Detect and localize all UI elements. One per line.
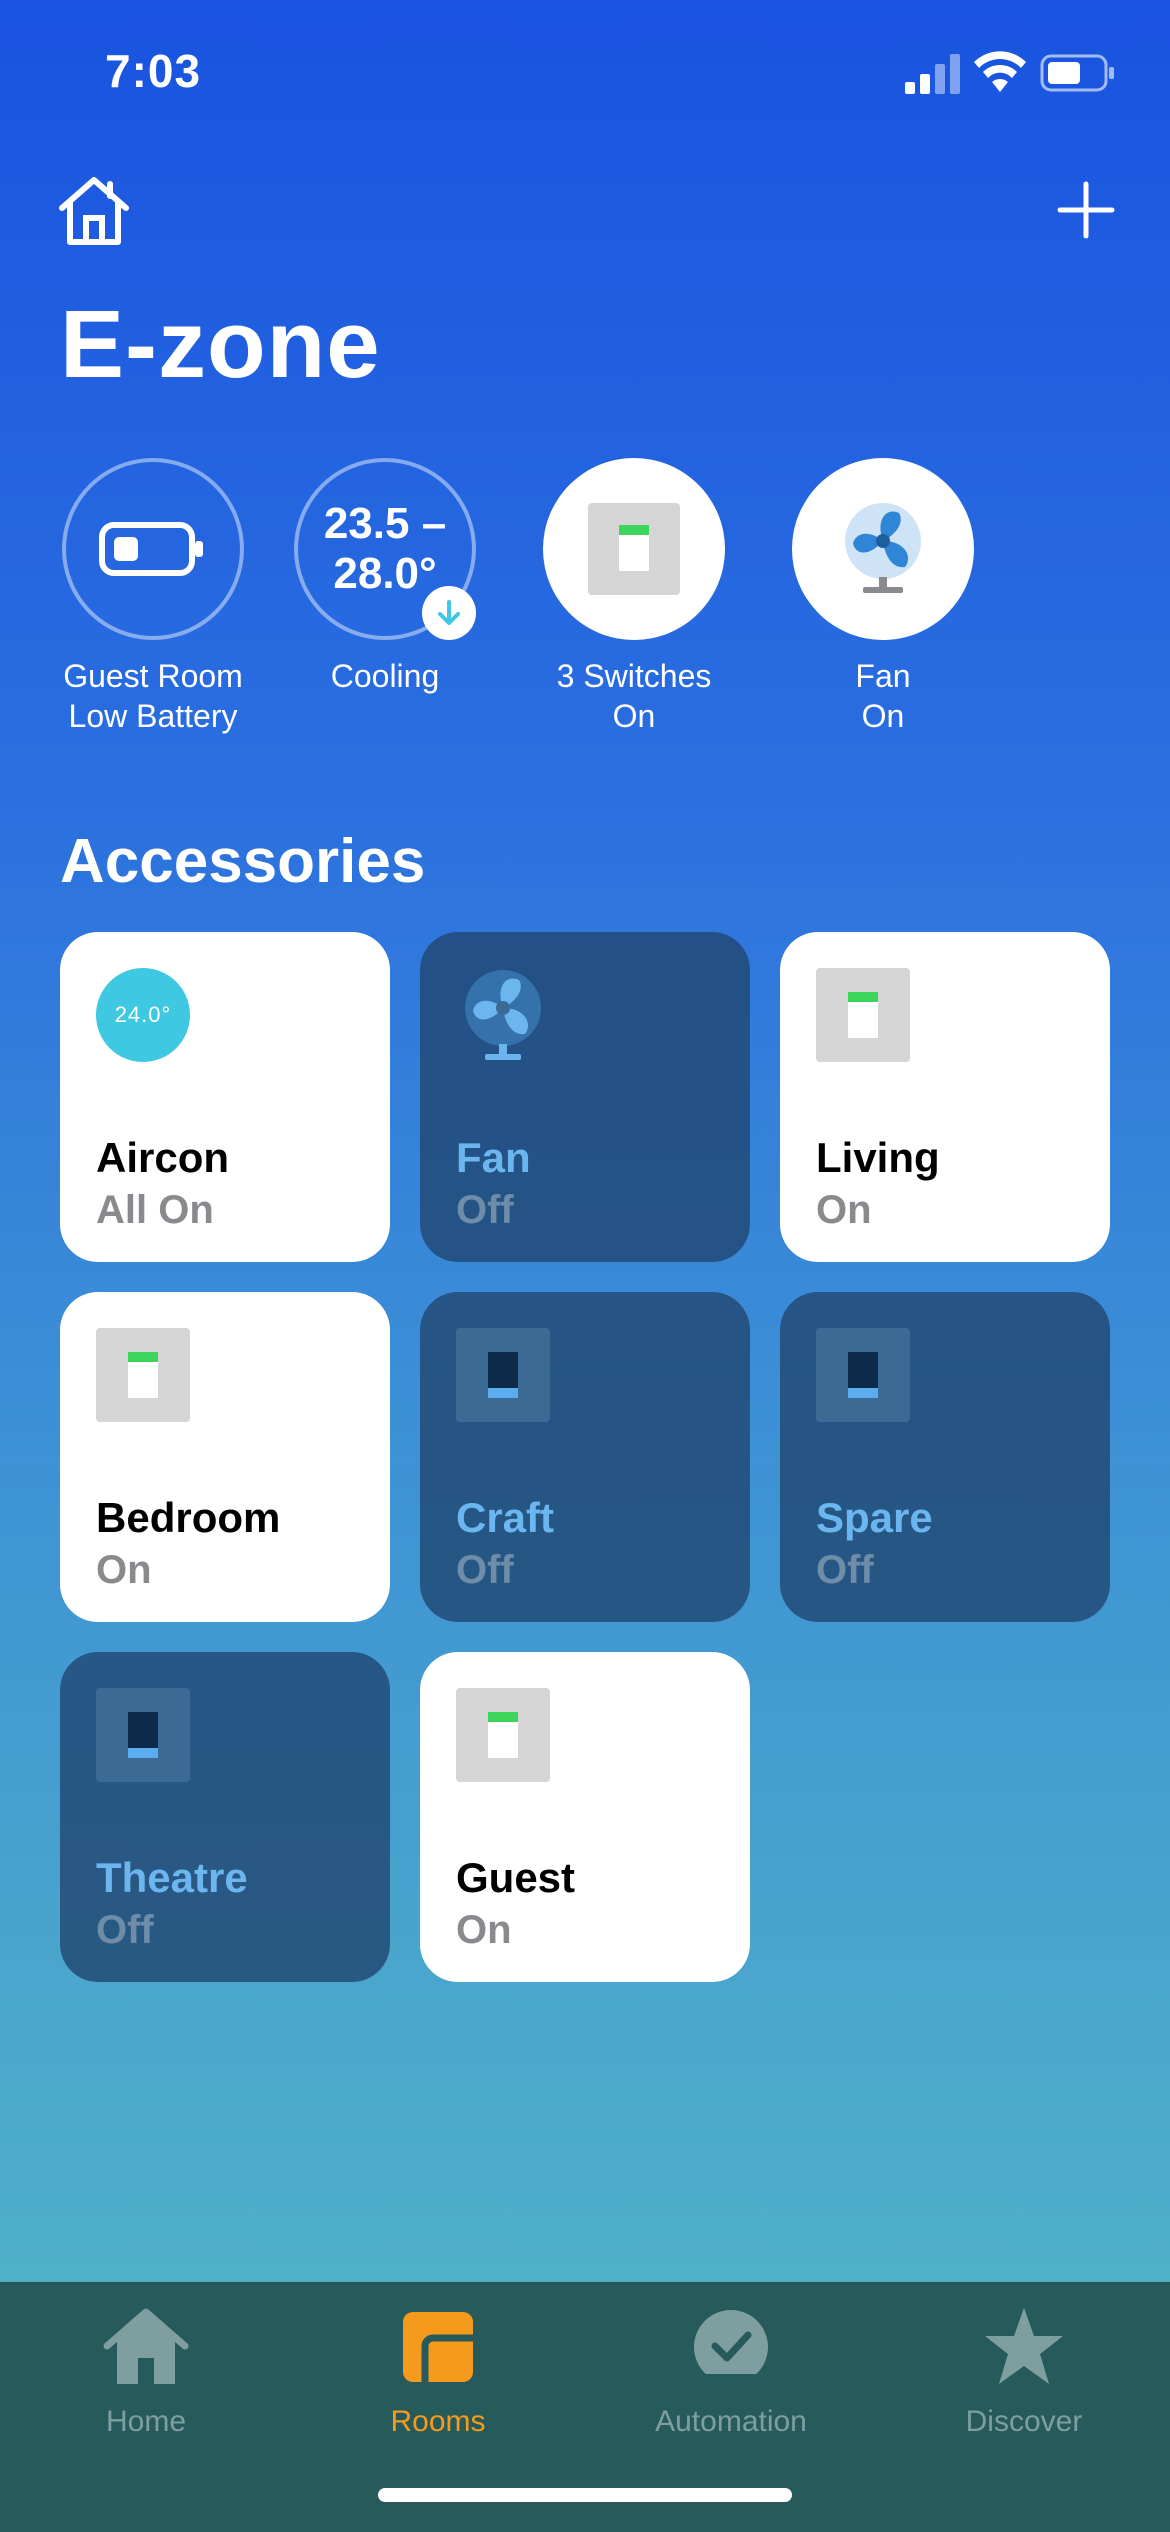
tile-status: On bbox=[96, 1548, 152, 1592]
status-circle: 23.5 – 28.0° bbox=[294, 458, 476, 640]
switch-icon bbox=[456, 1688, 550, 1782]
aircon-temp-icon: 24.0° bbox=[96, 968, 190, 1062]
status-label: Guest Room Low Battery bbox=[38, 656, 268, 736]
home-indicator[interactable] bbox=[378, 2488, 792, 2502]
wifi-icon bbox=[974, 51, 1026, 92]
tile-name: Guest bbox=[456, 1854, 576, 1901]
switch-icon bbox=[588, 503, 680, 595]
switch-icon bbox=[816, 1328, 910, 1422]
tile-name: Spare bbox=[816, 1494, 933, 1541]
tile-name: Bedroom bbox=[96, 1494, 281, 1541]
status-guest-room-battery[interactable]: Guest Room Low Battery bbox=[38, 458, 268, 736]
switch-icon bbox=[96, 1688, 190, 1782]
status-label-line2: On bbox=[612, 698, 656, 734]
fan-icon bbox=[465, 970, 541, 1060]
status-label-line1: 3 Switches bbox=[556, 658, 712, 694]
tile-bedroom[interactable]: Bedroom On bbox=[60, 1292, 390, 1622]
house-icon bbox=[103, 2308, 189, 2384]
temp-range-line2: 28.0° bbox=[333, 549, 437, 598]
clock-check-icon bbox=[694, 2310, 768, 2386]
tile-status: All On bbox=[96, 1188, 214, 1232]
switch-icon bbox=[816, 968, 910, 1062]
tab-home[interactable]: Home bbox=[16, 2302, 276, 2439]
tile-status: Off bbox=[96, 1908, 154, 1952]
tile-spare[interactable]: Spare Off bbox=[780, 1292, 1110, 1622]
status-label: Cooling bbox=[270, 656, 500, 696]
tab-label: Automation bbox=[655, 2405, 807, 2438]
add-icon[interactable] bbox=[1054, 178, 1118, 242]
section-title-accessories: Accessories bbox=[60, 827, 426, 896]
tile-status: On bbox=[456, 1908, 512, 1952]
status-circle bbox=[62, 458, 244, 640]
status-fan[interactable]: Fan On bbox=[768, 458, 998, 736]
tab-rooms[interactable]: Rooms bbox=[308, 2302, 568, 2439]
temp-range-line1: 23.5 – bbox=[323, 499, 447, 548]
tab-label: Rooms bbox=[390, 2405, 486, 2438]
status-label-line1: Cooling bbox=[330, 658, 440, 694]
tab-label: Discover bbox=[965, 2405, 1083, 2438]
status-label-line2: Low Battery bbox=[68, 698, 238, 734]
home-icon[interactable] bbox=[54, 170, 134, 250]
tile-name: Craft bbox=[456, 1494, 555, 1541]
tile-name: Fan bbox=[456, 1134, 531, 1181]
cellular-signal-icon bbox=[905, 54, 960, 94]
status-label-line1: Guest Room bbox=[63, 658, 243, 694]
tile-status: Off bbox=[456, 1548, 514, 1592]
switch-icon bbox=[96, 1328, 190, 1422]
cooling-arrow-icon bbox=[422, 586, 476, 640]
star-icon bbox=[985, 2308, 1063, 2384]
tile-status: Off bbox=[816, 1548, 874, 1592]
status-cooling[interactable]: 23.5 – 28.0° Cooling bbox=[270, 458, 500, 696]
fan-icon bbox=[845, 503, 921, 593]
aircon-temp-label: 24.0° bbox=[96, 968, 190, 1062]
tile-name: Living bbox=[816, 1134, 940, 1181]
status-circle bbox=[792, 458, 974, 640]
tile-theatre[interactable]: Theatre Off bbox=[60, 1652, 390, 1982]
low-battery-icon bbox=[99, 522, 203, 576]
tab-automation[interactable]: Automation bbox=[601, 2302, 861, 2439]
status-bar: 7:03 bbox=[0, 0, 1170, 150]
status-label-line2: On bbox=[861, 698, 905, 734]
tile-status: On bbox=[816, 1188, 872, 1232]
status-switches[interactable]: 3 Switches On bbox=[519, 458, 749, 736]
tile-name: Aircon bbox=[96, 1134, 230, 1181]
status-label: 3 Switches On bbox=[519, 656, 749, 736]
tile-name: Theatre bbox=[96, 1854, 248, 1901]
status-label: Fan On bbox=[768, 656, 998, 736]
status-time: 7:03 bbox=[105, 45, 202, 97]
tile-aircon[interactable]: 24.0° Aircon All On bbox=[60, 932, 390, 1262]
battery-icon bbox=[1040, 54, 1114, 92]
status-circle bbox=[543, 458, 725, 640]
switch-icon bbox=[456, 1328, 550, 1422]
rooms-icon bbox=[403, 2312, 473, 2382]
temperature-range: 23.5 – 28.0° bbox=[324, 499, 446, 599]
tile-status: Off bbox=[456, 1188, 514, 1232]
tab-discover[interactable]: Discover bbox=[894, 2302, 1154, 2439]
page-title: E-zone bbox=[60, 291, 381, 398]
status-label-line1: Fan bbox=[855, 658, 911, 694]
tile-fan[interactable]: Fan Off bbox=[420, 932, 750, 1262]
tab-label: Home bbox=[105, 2405, 187, 2438]
tile-craft[interactable]: Craft Off bbox=[420, 1292, 750, 1622]
tile-living[interactable]: Living On bbox=[780, 932, 1110, 1262]
tile-guest[interactable]: Guest On bbox=[420, 1652, 750, 1982]
